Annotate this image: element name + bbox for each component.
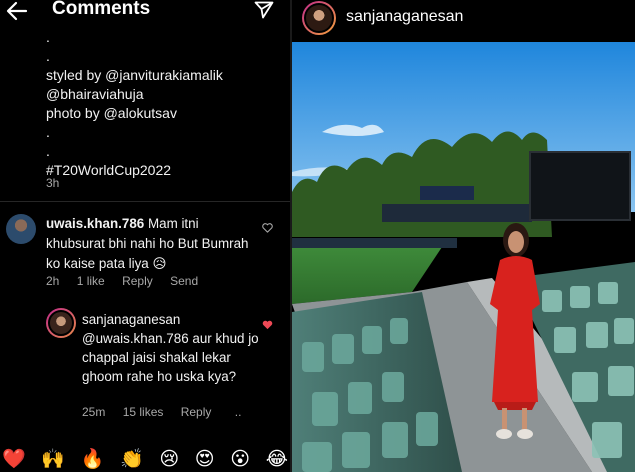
emoji-crying[interactable]: 😢 <box>159 447 179 472</box>
reply-body: sanjanaganesan @uwais.khan.786 aur khud … <box>82 310 260 386</box>
page-title: Comments <box>52 0 151 19</box>
caption-timestamp: 3h <box>46 176 60 190</box>
caption-divider <box>0 201 290 202</box>
avatar <box>48 310 74 336</box>
caption-line: . <box>46 124 50 140</box>
comment-likes-count[interactable]: 1 like <box>77 274 105 288</box>
send-icon[interactable] <box>254 1 274 19</box>
emoji-laughing[interactable]: 😂 <box>266 447 288 472</box>
reply-button[interactable]: Reply <box>181 405 212 419</box>
post-author-username[interactable]: sanjanaganesan <box>346 8 463 26</box>
caption-line: styled by @janviturakiamalik <box>46 67 223 83</box>
send-button[interactable]: Send <box>170 274 198 288</box>
reply-avatar[interactable] <box>46 308 76 338</box>
avatar <box>304 3 334 33</box>
post-panel: sanjanaganesan <box>292 0 635 472</box>
emoji-fire[interactable]: 🔥 <box>81 447 105 472</box>
caption-line: . <box>46 29 50 45</box>
reply-likes-count[interactable]: 15 likes <box>123 405 164 419</box>
emoji-heart[interactable]: ❤️ <box>2 447 26 472</box>
emoji-clap[interactable]: 👏 <box>120 447 144 472</box>
caption-line: . <box>46 48 50 64</box>
reply-time: 25m <box>82 405 106 419</box>
comment-meta: 2h 1 like Reply Send <box>46 274 212 288</box>
caption-line: . <box>46 143 50 159</box>
emoji-heart-eyes[interactable]: 😍 <box>195 447 215 472</box>
caption-line: photo by @alokutsav <box>46 105 177 121</box>
comment-emoji: 😥 <box>152 256 167 271</box>
post-author-avatar[interactable] <box>302 1 336 35</box>
commenter-avatar[interactable] <box>6 214 36 244</box>
post-header: sanjanaganesan <box>292 0 635 42</box>
reply-username[interactable]: sanjanaganesan <box>82 310 260 329</box>
reply-meta: 25m 15 likes Reply .. <box>82 405 255 419</box>
comment-body: uwais.khan.786 Mam itni khubsurat bhi na… <box>46 214 260 274</box>
comment-username[interactable]: uwais.khan.786 <box>46 216 144 231</box>
more-options-icon[interactable]: .. <box>235 405 242 419</box>
reply-text: @uwais.khan.786 aur khud jo chappal jais… <box>82 331 259 384</box>
comment-time: 2h <box>46 274 60 288</box>
comments-header: Comments <box>0 0 290 24</box>
comments-panel: Comments . . styled by @janviturakiamali… <box>0 0 290 472</box>
emoji-raised-hands[interactable]: 🙌 <box>41 447 65 472</box>
caption-line: #T20WorldCup2022 <box>46 162 172 178</box>
person-figure <box>490 223 540 439</box>
emoji-reaction-bar: ❤️ 🙌 🔥 👏 😢 😍 😮 😂 <box>0 447 290 472</box>
post-photo[interactable] <box>292 42 635 472</box>
like-comment-icon[interactable] <box>262 223 273 233</box>
emoji-surprised[interactable]: 😮 <box>230 447 250 472</box>
caption-line: @bhairaviahuja <box>46 86 144 102</box>
liked-heart-icon[interactable] <box>262 320 273 330</box>
back-arrow-icon[interactable] <box>6 1 28 21</box>
post-caption: . . styled by @janviturakiamalik @bhaira… <box>46 28 282 180</box>
reply-button[interactable]: Reply <box>122 274 153 288</box>
